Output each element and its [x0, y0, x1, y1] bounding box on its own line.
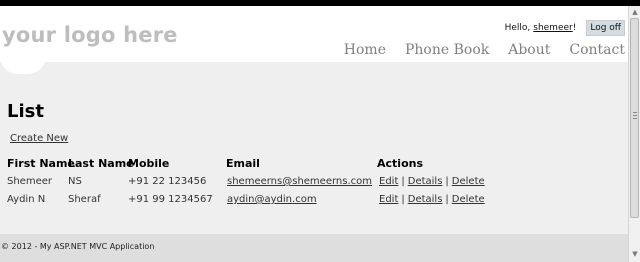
vertical-scrollbar[interactable]: ▲ ▼: [628, 6, 640, 262]
nav-contact[interactable]: Contact: [569, 42, 625, 58]
scroll-up-arrow-icon[interactable]: ▲: [631, 8, 639, 16]
row1-details-link[interactable]: Details: [408, 176, 443, 187]
hello-text: Hello,: [504, 23, 531, 33]
scroll-down-arrow-icon[interactable]: ▼: [631, 250, 639, 258]
exclaim-text: !: [572, 23, 577, 33]
row2-details-link[interactable]: Details: [408, 194, 443, 205]
nav-about[interactable]: About: [508, 42, 550, 58]
header-first-name: First Name: [7, 157, 75, 170]
row1-last-name: NS: [68, 176, 82, 187]
site-logo[interactable]: your logo here: [2, 23, 178, 47]
login-display: Hello, shemeer! Log off: [505, 20, 625, 36]
main-content: List Create New First Name Last Name Mob…: [0, 56, 628, 234]
header-email: Email: [226, 157, 260, 170]
nav-home[interactable]: Home: [344, 42, 386, 58]
header-mobile: Mobile: [128, 157, 170, 170]
site-footer: © 2012 - My ASP.NET MVC Application: [0, 234, 628, 262]
logo-arc-decoration: [0, 56, 46, 74]
row1-email-link[interactable]: shemeerns@shemeerns.com: [227, 176, 372, 187]
row1-actions: Edit | Details | Delete: [379, 176, 485, 187]
header-actions: Actions: [377, 157, 423, 170]
scrollbar-thumb[interactable]: [630, 18, 639, 218]
row2-edit-link[interactable]: Edit: [379, 194, 398, 205]
grip-icon: [633, 112, 637, 119]
row1-email: shemeerns@shemeerns.com: [227, 176, 372, 187]
row1-delete-link[interactable]: Delete: [452, 176, 485, 187]
site-header: your logo here Hello, shemeer! Log off H…: [0, 6, 628, 62]
row1-mobile: +91 22 123456: [128, 176, 207, 187]
nav-phone-book[interactable]: Phone Book: [405, 42, 489, 58]
separator: |: [445, 194, 449, 205]
logoff-button[interactable]: Log off: [586, 20, 625, 36]
separator: |: [401, 176, 405, 187]
header-last-name: Last Name: [68, 157, 134, 170]
row1-edit-link[interactable]: Edit: [379, 176, 398, 187]
username-link[interactable]: shemeer: [533, 23, 572, 33]
row2-email: aydin@aydin.com: [227, 194, 317, 205]
separator: |: [445, 176, 449, 187]
row2-email-link[interactable]: aydin@aydin.com: [227, 194, 317, 205]
row2-first-name: Aydin N: [7, 194, 46, 205]
create-new-link[interactable]: Create New: [10, 133, 68, 144]
separator: |: [401, 194, 405, 205]
row2-mobile: +91 99 1234567: [128, 194, 213, 205]
row2-last-name: Sheraf: [68, 194, 101, 205]
page-title: List: [7, 101, 44, 122]
row2-delete-link[interactable]: Delete: [452, 194, 485, 205]
footer-copyright: © 2012 - My ASP.NET MVC Application: [1, 242, 155, 251]
main-nav: Home Phone Book About Contact: [325, 42, 625, 58]
row1-first-name: Shemeer: [7, 176, 52, 187]
row2-actions: Edit | Details | Delete: [379, 194, 485, 205]
